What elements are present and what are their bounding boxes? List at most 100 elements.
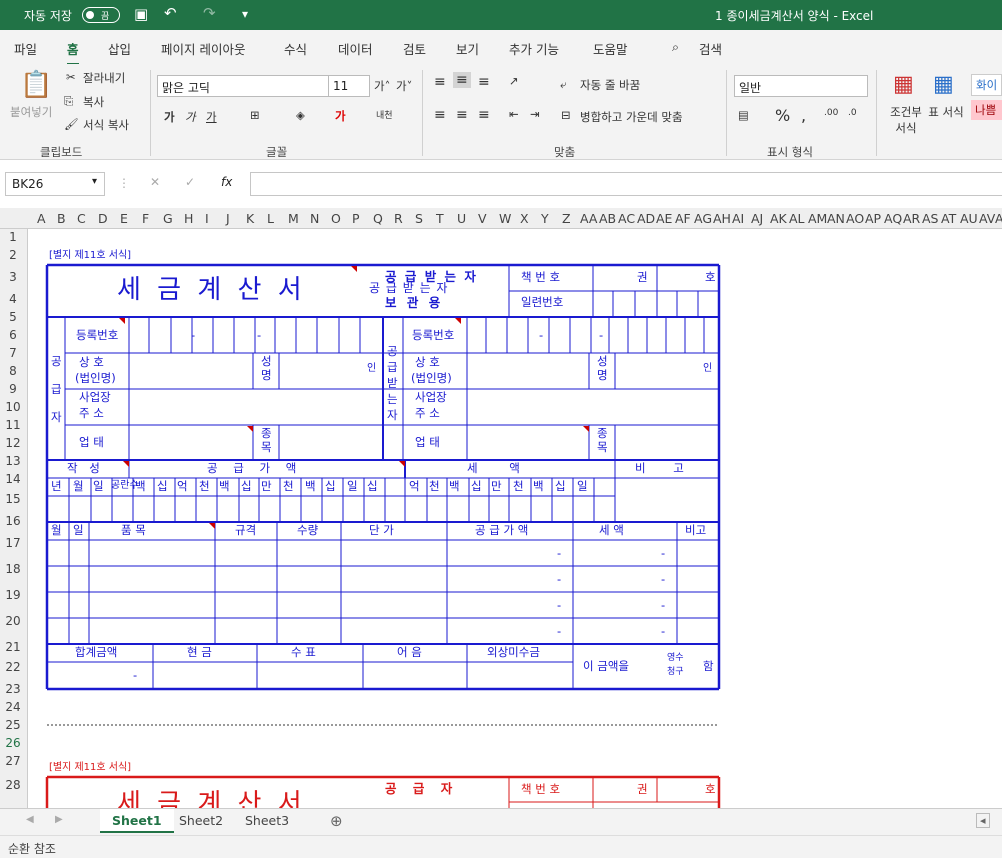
column-header[interactable]: U — [457, 211, 466, 226]
name-box-dropdown-icon[interactable]: ▾ — [92, 176, 97, 187]
wrap-text-icon[interactable]: ⤶ — [560, 77, 566, 92]
row-header[interactable]: 4 — [0, 292, 26, 306]
comment-indicator[interactable] — [123, 461, 129, 467]
row-header[interactable]: 2 — [0, 248, 26, 262]
copy-button[interactable]: 복사 — [83, 94, 104, 110]
name-box[interactable]: BK26 — [5, 172, 105, 196]
style-normal[interactable]: 화이 — [971, 74, 1002, 96]
comment-indicator[interactable] — [351, 266, 357, 272]
align-center-icon[interactable]: ≡ — [456, 107, 468, 123]
row-header[interactable]: 8 — [0, 364, 26, 378]
column-header[interactable]: G — [163, 211, 173, 226]
undo-icon[interactable]: ↶ — [164, 4, 177, 22]
column-header[interactable]: AJ — [751, 211, 763, 226]
sheet-tab-2[interactable]: Sheet2 — [167, 809, 235, 833]
column-header[interactable]: AK — [770, 211, 787, 226]
scroll-left-icon[interactable]: ◀ — [26, 814, 34, 825]
column-header[interactable]: AI — [732, 211, 744, 226]
tab-addins[interactable]: 추가 기능 — [509, 39, 559, 58]
column-header[interactable]: AN — [827, 211, 845, 226]
tab-help[interactable]: 도움말 — [593, 39, 628, 58]
sheet-tab-1[interactable]: Sheet1 — [100, 809, 174, 833]
font-color-icon[interactable]: 가 — [335, 108, 346, 124]
column-header[interactable]: A — [37, 211, 46, 226]
row-header[interactable]: 26 — [0, 736, 26, 750]
row-header[interactable]: 10 — [0, 400, 26, 414]
comment-indicator[interactable] — [455, 318, 461, 324]
row-header[interactable]: 1 — [0, 230, 26, 244]
column-header[interactable]: J — [226, 211, 230, 226]
increase-decimal-icon[interactable]: .00 — [824, 108, 838, 118]
row-header[interactable]: 3 — [0, 270, 26, 284]
style-bad[interactable]: 나쁨 — [971, 100, 1002, 120]
align-bottom-icon[interactable]: ≡ — [478, 74, 490, 90]
row-header[interactable]: 25 — [0, 718, 26, 732]
column-header[interactable]: AS — [922, 211, 939, 226]
row-header[interactable]: 14 — [0, 472, 26, 486]
row-header[interactable]: 21 — [0, 640, 26, 654]
comment-indicator[interactable] — [119, 318, 125, 324]
column-header[interactable]: AV — [979, 211, 995, 226]
merge-center-button[interactable]: 병합하고 가운데 맞춤 — [580, 109, 683, 125]
column-header[interactable]: AA — [580, 211, 597, 226]
row-header[interactable]: 19 — [0, 588, 26, 602]
underline-icon[interactable]: 가 — [206, 109, 217, 125]
border-icon[interactable]: ⊞ — [250, 108, 260, 122]
row-header[interactable]: 17 — [0, 536, 26, 550]
format-table-icon[interactable]: ▦ — [933, 72, 954, 97]
column-header[interactable]: M — [288, 211, 299, 226]
column-header[interactable]: Z — [562, 211, 571, 226]
column-header[interactable]: N — [310, 211, 319, 226]
comment-indicator[interactable] — [583, 426, 589, 432]
tab-insert[interactable]: 삽입 — [108, 39, 131, 58]
column-header[interactable]: X — [520, 211, 529, 226]
format-painter-button[interactable]: 서식 복사 — [83, 117, 129, 133]
increase-indent-icon[interactable]: ⇥ — [530, 107, 540, 121]
row-header[interactable]: 28 — [0, 778, 26, 792]
tab-file[interactable]: 파일 — [14, 39, 37, 58]
row-header[interactable]: 13 — [0, 454, 26, 468]
column-header[interactable]: AE — [656, 211, 672, 226]
decrease-decimal-icon[interactable]: .0 — [848, 108, 857, 118]
column-header[interactable]: AW — [995, 211, 1002, 226]
wrap-text-button[interactable]: 자동 줄 바꿈 — [580, 77, 640, 93]
conditional-format-button[interactable]: 조건부 서식 — [886, 104, 926, 136]
column-header[interactable]: AH — [713, 211, 731, 226]
autosave-toggle[interactable]: 끔 — [82, 7, 120, 23]
column-header[interactable]: AD — [637, 211, 655, 226]
column-header[interactable]: V — [478, 211, 487, 226]
comment-indicator[interactable] — [247, 426, 253, 432]
column-header[interactable]: AU — [960, 211, 978, 226]
sheet-tab-3[interactable]: Sheet3 — [233, 809, 301, 833]
column-header[interactable]: AB — [599, 211, 616, 226]
add-sheet-icon[interactable]: ⊕ — [330, 812, 343, 830]
column-header[interactable]: AM — [808, 211, 827, 226]
comment-indicator[interactable] — [209, 523, 215, 529]
row-header[interactable]: 11 — [0, 418, 26, 432]
column-header[interactable]: K — [246, 211, 254, 226]
conditional-format-icon[interactable]: ▦ — [893, 72, 914, 97]
row-header[interactable]: 20 — [0, 614, 26, 628]
column-header[interactable]: Y — [541, 211, 549, 226]
fill-color-icon[interactable]: ◈ — [296, 108, 305, 122]
column-header[interactable]: R — [394, 211, 403, 226]
column-header[interactable]: T — [436, 211, 444, 226]
column-header[interactable]: AQ — [884, 211, 902, 226]
column-header[interactable]: C — [77, 211, 86, 226]
search-label[interactable]: 검색 — [699, 39, 722, 58]
column-header[interactable]: W — [499, 211, 511, 226]
bold-icon[interactable]: 가 — [164, 109, 175, 125]
search-icon[interactable]: ⌕ — [672, 39, 679, 55]
row-header[interactable]: 24 — [0, 700, 26, 714]
column-header[interactable]: AF — [675, 211, 691, 226]
accounting-format-icon[interactable]: ▤ — [738, 108, 749, 122]
font-size-select[interactable]: 11 — [328, 75, 370, 97]
format-painter-icon[interactable]: 🖌 — [64, 117, 79, 131]
row-header[interactable]: 7 — [0, 346, 26, 360]
decrease-indent-icon[interactable]: ⇤ — [509, 107, 519, 121]
column-header[interactable]: P — [352, 211, 360, 226]
italic-icon[interactable]: 가 — [185, 109, 196, 125]
scroll-right-icon[interactable]: ▶ — [55, 814, 63, 825]
column-header[interactable]: D — [98, 211, 108, 226]
phonetic-icon[interactable]: 내천 — [376, 108, 393, 121]
